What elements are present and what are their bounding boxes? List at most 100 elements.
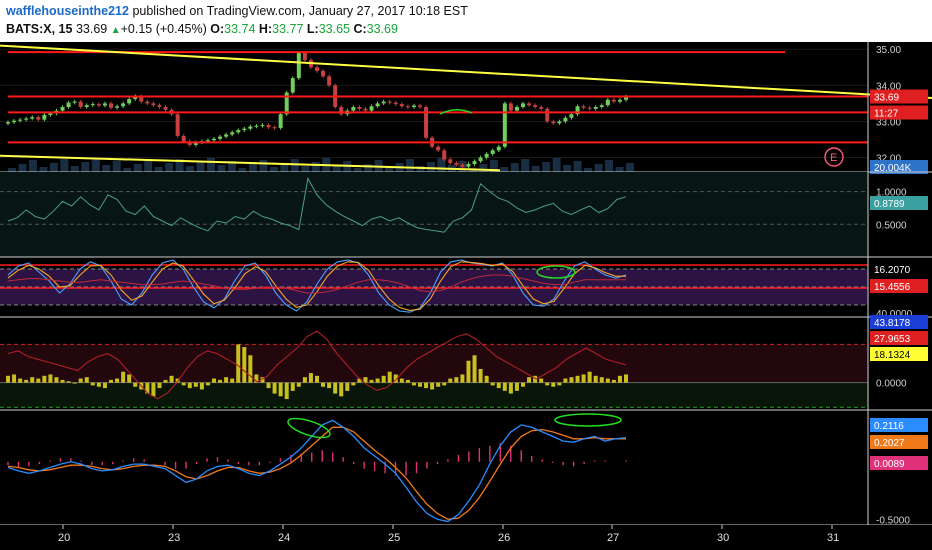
histogram-value-tag: 18.1324 [874, 350, 911, 361]
time-tick-label: 23 [168, 532, 180, 544]
histogram-bar [569, 377, 574, 383]
histogram-value-tag: 43.8178 [874, 318, 911, 329]
candle-body [266, 125, 271, 128]
histogram-bar [514, 382, 519, 391]
histogram-bar [133, 382, 138, 387]
volume-bar [165, 163, 174, 172]
volatility-pane[interactable]: 1.00000.50000.8789 [0, 172, 932, 258]
histogram-bar [12, 374, 17, 383]
candle-body [405, 106, 410, 108]
volume-bar [573, 161, 582, 172]
chart-canvas[interactable]: 35.0034.0033.0032.00E33.6911:2720.004K 1… [0, 42, 932, 550]
candle-body [545, 108, 550, 122]
histogram-bar [284, 382, 289, 400]
volume-bar [207, 158, 216, 172]
volume-bar [238, 168, 247, 172]
earnings-marker-label: E [830, 152, 837, 164]
histogram-bar [624, 374, 628, 383]
volume-bar [479, 164, 488, 172]
close-value: 33.69 [366, 22, 398, 36]
candle-body [472, 161, 477, 165]
histogram-bar [66, 381, 71, 383]
histogram-bar [369, 379, 374, 383]
histogram-bar [617, 375, 622, 383]
histogram-bar [266, 382, 271, 389]
histogram-bar [381, 375, 386, 383]
candle-body [357, 107, 362, 109]
histogram-bar [521, 382, 525, 387]
countdown-tag: 11:27 [874, 109, 899, 120]
histogram-bar [327, 382, 332, 389]
time-tick-label: 25 [388, 532, 400, 544]
candle-body [411, 105, 416, 107]
candle-body [236, 130, 241, 133]
stochastic-value-tag: 16.2070 [874, 265, 911, 276]
volume-bar [563, 165, 572, 172]
volatility-value-tag: 0.8789 [874, 199, 905, 210]
candle-body [205, 140, 210, 142]
histogram-bar [224, 377, 229, 383]
candle-body [321, 70, 326, 77]
histogram-bar [399, 378, 404, 383]
price-change: +0.15 (+0.45%) [120, 22, 207, 36]
candle-body [581, 106, 586, 108]
time-tick-label: 20 [58, 532, 70, 544]
candle-body [151, 103, 156, 106]
volume-bar [406, 159, 415, 172]
candle-body [115, 106, 120, 108]
volatility-tick-label: 0.5000 [876, 220, 907, 231]
histogram-bar [157, 382, 162, 389]
candle-body [36, 117, 41, 120]
low-label: L: [306, 22, 319, 36]
histogram-bar [272, 382, 277, 394]
up-arrow-icon: ▲ [110, 25, 121, 36]
candle-body [254, 125, 259, 127]
volume-bar [144, 160, 153, 172]
volume-bar [102, 165, 111, 172]
author-link[interactable]: wafflehouseinthe212 [6, 4, 129, 18]
histogram-bar [296, 382, 301, 387]
candle-body [102, 103, 107, 106]
open-value: 33.74 [224, 22, 256, 36]
histogram-bar [478, 368, 483, 383]
histogram-bar [36, 378, 41, 383]
candle-body [617, 99, 622, 102]
candle-body [393, 102, 398, 105]
candle-body [539, 107, 544, 109]
candle-body [163, 107, 168, 110]
volume-bar [91, 158, 100, 172]
volume-bar [81, 162, 90, 172]
candle-body [418, 105, 422, 107]
histogram-bar [302, 377, 307, 383]
histogram-bar [187, 382, 192, 389]
candle-body [363, 108, 368, 111]
candle-body [327, 76, 332, 86]
histogram-bar [205, 382, 210, 386]
volume-bar [626, 163, 634, 172]
candle-body [260, 125, 265, 127]
candle-body [521, 103, 525, 107]
histogram-bar [199, 382, 204, 390]
time-axis[interactable]: 20 23 24 25 26 27 30 31 [0, 525, 932, 550]
time-tick-label: 31 [827, 532, 839, 544]
candle-body [224, 134, 229, 137]
quote-line: BATS:X, 15 33.69 ▲+0.15 (+0.45%) O:33.74… [6, 22, 398, 36]
candle-body [533, 105, 538, 107]
candle-body [72, 101, 77, 103]
histogram-bar [230, 378, 235, 383]
volume-bar [39, 167, 48, 172]
volume-bar [269, 167, 278, 172]
volume-bar [196, 162, 205, 172]
histogram-bar [430, 382, 435, 390]
histogram-bar [563, 378, 568, 383]
histogram-bar [496, 382, 501, 389]
candle-body [514, 107, 519, 111]
volume-bar [60, 159, 69, 172]
candle-body [157, 105, 162, 107]
histogram-bar [151, 382, 156, 397]
candle-body [508, 103, 513, 111]
candle-body [42, 114, 47, 120]
histogram-bar [345, 382, 350, 391]
candle-body [127, 99, 132, 104]
histogram-bar [611, 379, 616, 383]
